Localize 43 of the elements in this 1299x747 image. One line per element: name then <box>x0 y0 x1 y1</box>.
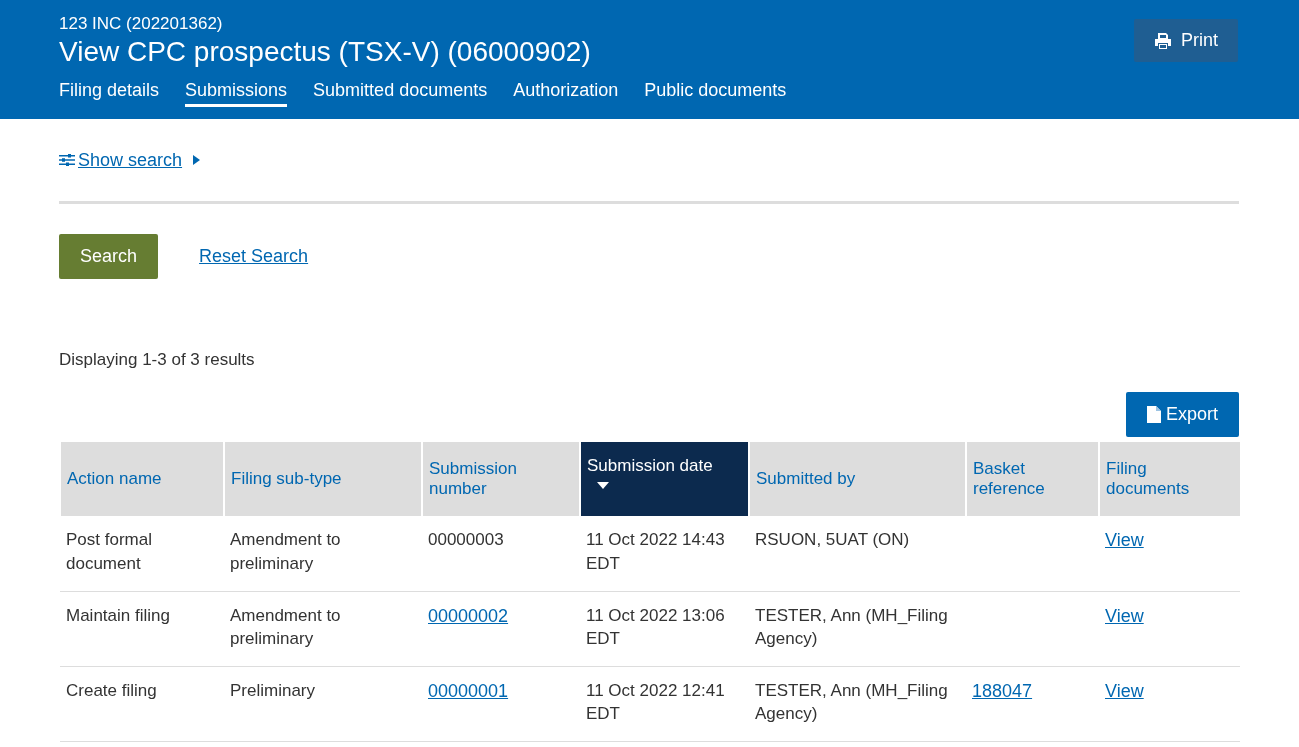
search-button[interactable]: Search <box>59 234 159 279</box>
table-cell: Amendment to preliminary <box>230 605 341 649</box>
print-button[interactable]: Print <box>1134 19 1238 62</box>
table-cell: 11 Oct 2022 13:06 EDT <box>586 605 725 649</box>
tab[interactable]: Filing details <box>59 80 160 107</box>
printer-icon <box>1154 32 1172 49</box>
table-cell: 11 Oct 2022 12:41 EDT <box>586 680 725 724</box>
table-link[interactable]: 00000002 <box>428 605 509 626</box>
tab[interactable]: Submissions <box>185 80 288 107</box>
column-header[interactable]: Filing sub-type <box>224 442 422 516</box>
column-header[interactable]: Action name <box>60 442 224 516</box>
export-button[interactable]: Export <box>1125 392 1239 437</box>
table-cell: TESTER, Ann (MH_Filing Agency) <box>755 680 948 724</box>
column-header[interactable]: Basket reference <box>966 442 1099 516</box>
sort-down-icon <box>597 482 609 489</box>
table-link[interactable]: View <box>1105 680 1144 701</box>
table-link[interactable]: View <box>1105 605 1144 626</box>
column-header[interactable]: Submitted by <box>749 442 966 516</box>
company-name: 123 INC (202201362) <box>59 14 224 34</box>
table-cell: Post formal document <box>66 530 152 573</box>
table-cell: RSUON, 5UAT (ON) <box>755 530 910 549</box>
column-header[interactable]: Filing documents <box>1099 442 1240 516</box>
table-link[interactable]: 00000001 <box>428 680 509 701</box>
reset-search-link[interactable]: Reset Search <box>199 246 309 267</box>
table-link[interactable]: View <box>1105 530 1144 550</box>
show-search-link[interactable]: Show search <box>78 149 183 171</box>
table-cell: TESTER, Ann (MH_Filing Agency) <box>755 605 948 649</box>
table-cell: Preliminary <box>230 680 316 700</box>
table-link[interactable]: 188047 <box>972 680 1033 701</box>
sliders-icon <box>59 154 75 166</box>
table-cell: 00000003 <box>428 530 504 549</box>
tab[interactable]: Submitted documents <box>313 80 488 107</box>
document-icon <box>1146 406 1161 423</box>
table-cell: 11 Oct 2022 14:43 EDT <box>586 530 725 573</box>
results-summary: Displaying 1-3 of 3 results <box>59 350 256 370</box>
tab[interactable]: Authorization <box>513 80 619 107</box>
table-cell: Maintain filing <box>66 605 170 625</box>
column-header[interactable]: Submission number <box>422 442 580 516</box>
page-title: View CPC prospectus (TSX-V) (06000902) <box>59 36 591 68</box>
table-cell: Create filing <box>66 680 157 700</box>
tab[interactable]: Public documents <box>644 80 787 107</box>
table-cell: Amendment to preliminary <box>230 530 341 573</box>
column-header[interactable]: Submission date <box>580 442 749 516</box>
